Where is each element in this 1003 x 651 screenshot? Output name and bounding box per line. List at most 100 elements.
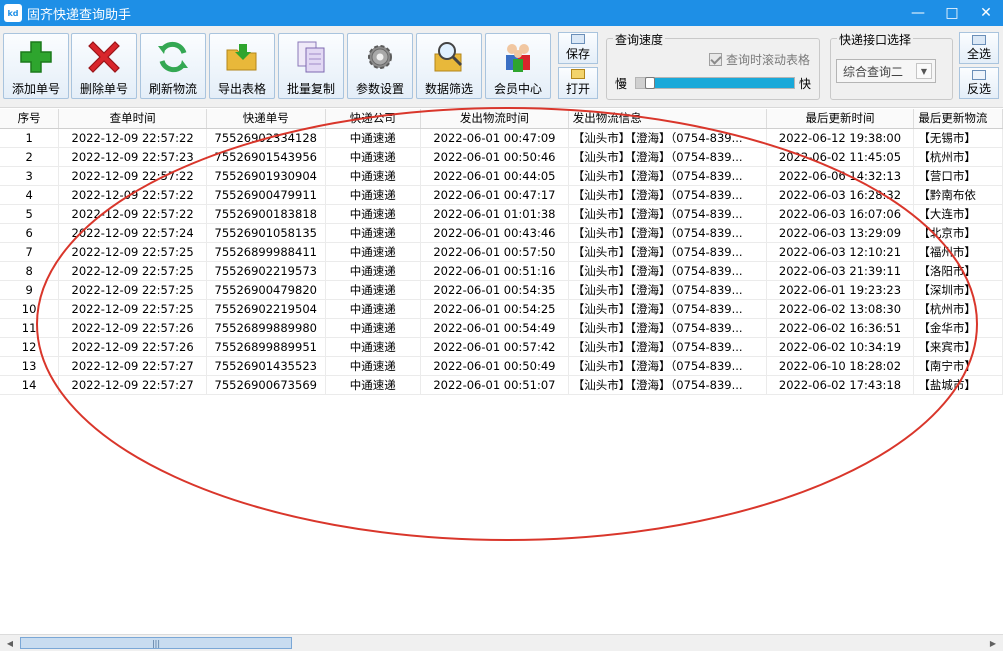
refresh-logistics-button[interactable]: 刷新物流: [140, 33, 206, 99]
header-last-update-time[interactable]: 最后更新时间: [766, 109, 915, 129]
cell-courier: 中通速递: [325, 280, 422, 300]
cell-last-update-info: 【黔南布依: [913, 185, 1003, 205]
cell-last-update-time: 2022-06-12 19:38:00: [766, 128, 915, 148]
data-filter-button[interactable]: 数据筛选: [416, 33, 482, 99]
table-row[interactable]: 4 2022-12-09 22:57:22 75526900479911 中通速递 20…: [0, 185, 1003, 205]
export-table-button[interactable]: 导出表格: [209, 33, 275, 99]
close-icon[interactable]: ✕: [969, 0, 1003, 26]
speed-slider[interactable]: [635, 77, 795, 89]
batch-copy-button[interactable]: 批量复制: [278, 33, 344, 99]
select-all-button[interactable]: 全选: [959, 32, 999, 64]
cell-courier: 中通速递: [325, 242, 422, 262]
scroll-left-icon[interactable]: ◀: [2, 635, 18, 651]
cell-ship-info: 【汕头市】【澄海】（0754-839...: [568, 280, 767, 300]
table-row[interactable]: 8 2022-12-09 22:57:25 75526902219573 中通速递 20…: [0, 261, 1003, 281]
cell-last-update-time: 2022-06-02 11:45:05: [766, 147, 915, 167]
table-row[interactable]: 10 2022-12-09 22:57:25 75526902219504 中通速递 2…: [0, 299, 1003, 319]
table-row[interactable]: 1 2022-12-09 22:57:22 75526902334128 中通速递 20…: [0, 128, 1003, 148]
chevron-down-icon[interactable]: ▼: [916, 63, 932, 79]
cell-last-update-info: 【盐城市】: [913, 375, 1003, 395]
slider-thumb[interactable]: [645, 77, 655, 89]
scroll-table-checkbox[interactable]: 查询时滚动表格: [709, 51, 810, 68]
app-logo-icon: kd: [4, 4, 22, 22]
minimize-icon[interactable]: —: [901, 0, 935, 26]
table-row[interactable]: 12 2022-12-09 22:57:26 75526899889951 中通速递 2…: [0, 337, 1003, 357]
cell-courier: 中通速递: [325, 356, 422, 376]
cell-last-update-time: 2022-06-03 12:10:21: [766, 242, 915, 262]
cell-last-update-time: 2022-06-02 13:08:30: [766, 299, 915, 319]
table-row[interactable]: 2 2022-12-09 22:57:23 75526901543956 中通速递 20…: [0, 147, 1003, 167]
cell-tracking-number: 75526902334128: [206, 128, 326, 148]
add-tracking-button[interactable]: 添加单号: [3, 33, 69, 99]
title-bar: kd 固齐快递查询助手 — □ ✕: [0, 0, 1003, 26]
cell-last-update-time: 2022-06-10 18:28:02: [766, 356, 915, 376]
cell-tracking-number: 75526901930904: [206, 166, 326, 186]
interface-select-group: 快递接口选择 综合查询二 ▼: [830, 31, 953, 100]
cell-last-update-time: 2022-06-06 14:32:13: [766, 166, 915, 186]
table-row[interactable]: 14 2022-12-09 22:57:27 75526900673569 中通速递 2…: [0, 375, 1003, 395]
cell-courier: 中通速递: [325, 375, 422, 395]
table-row[interactable]: 6 2022-12-09 22:57:24 75526901058135 中通速递 20…: [0, 223, 1003, 243]
cell-ship-time: 2022-06-01 00:54:25: [420, 299, 569, 319]
cell-ship-time: 2022-06-01 00:43:46: [420, 223, 569, 243]
header-query-time[interactable]: 查单时间: [58, 109, 207, 129]
cell-tracking-number: 75526899889951: [206, 337, 326, 357]
cell-index: 3: [0, 166, 60, 186]
select-all-icon: [972, 34, 986, 45]
cell-last-update-time: 2022-06-02 10:34:19: [766, 337, 915, 357]
table-row[interactable]: 5 2022-12-09 22:57:22 75526900183818 中通速递 20…: [0, 204, 1003, 224]
cell-last-update-info: 【北京市】: [913, 223, 1003, 243]
cell-ship-info: 【汕头市】【澄海】（0754-839...: [568, 223, 767, 243]
header-ship-info[interactable]: 发出物流信息: [568, 109, 767, 129]
cell-ship-info: 【汕头市】【澄海】（0754-839...: [568, 318, 767, 338]
cell-index: 5: [0, 204, 60, 224]
cell-last-update-info: 【杭州市】: [913, 299, 1003, 319]
cell-last-update-info: 【大连市】: [913, 204, 1003, 224]
cell-query-time: 2022-12-09 22:57:26: [58, 318, 207, 338]
cell-ship-info: 【汕头市】【澄海】（0754-839...: [568, 128, 767, 148]
delete-tracking-button[interactable]: 删除单号: [71, 33, 137, 99]
cell-index: 1: [0, 128, 60, 148]
tracking-table[interactable]: 序号 查单时间 快递单号 快递公司 发出物流时间 发出物流信息 最后更新时间 最…: [0, 109, 1003, 634]
cell-ship-info: 【汕头市】【澄海】（0754-839...: [568, 375, 767, 395]
horizontal-scrollbar[interactable]: ◀ ||| ▶: [0, 634, 1003, 651]
scrollbar-thumb[interactable]: |||: [20, 637, 292, 649]
open-button[interactable]: 打开: [558, 67, 598, 99]
header-last-update-info[interactable]: 最后更新物流: [913, 109, 1003, 129]
save-button[interactable]: 保存: [558, 32, 598, 64]
cell-ship-time: 2022-06-01 00:44:05: [420, 166, 569, 186]
cell-ship-time: 2022-06-01 00:57:42: [420, 337, 569, 357]
header-tracking-number[interactable]: 快递单号: [206, 109, 326, 129]
cell-last-update-info: 【来宾市】: [913, 337, 1003, 357]
cell-ship-info: 【汕头市】【澄海】（0754-839...: [568, 299, 767, 319]
cell-tracking-number: 75526902219504: [206, 299, 326, 319]
cell-index: 4: [0, 185, 60, 205]
member-center-button[interactable]: 会员中心: [485, 33, 551, 99]
search-filter-icon: [432, 38, 466, 76]
cell-query-time: 2022-12-09 22:57:25: [58, 242, 207, 262]
cell-ship-info: 【汕头市】【澄海】（0754-839...: [568, 356, 767, 376]
cell-index: 7: [0, 242, 60, 262]
table-row[interactable]: 3 2022-12-09 22:57:22 75526901930904 中通速递 20…: [0, 166, 1003, 186]
header-ship-time[interactable]: 发出物流时间: [420, 109, 569, 129]
table-row[interactable]: 9 2022-12-09 22:57:25 75526900479820 中通速递 20…: [0, 280, 1003, 300]
interface-select[interactable]: 综合查询二 ▼: [836, 59, 936, 83]
settings-button[interactable]: 参数设置: [347, 33, 413, 99]
table-row[interactable]: 11 2022-12-09 22:57:26 75526899889980 中通速递 2…: [0, 318, 1003, 338]
cell-index: 2: [0, 147, 60, 167]
invert-selection-button[interactable]: 反选: [959, 67, 999, 99]
window-title: 固齐快递查询助手: [27, 7, 132, 23]
table-row[interactable]: 13 2022-12-09 22:57:27 75526901435523 中通速递 2…: [0, 356, 1003, 376]
cell-query-time: 2022-12-09 22:57:22: [58, 204, 207, 224]
cell-courier: 中通速递: [325, 147, 422, 167]
cell-courier: 中通速递: [325, 185, 422, 205]
cell-index: 14: [0, 375, 60, 395]
maximize-icon[interactable]: □: [935, 0, 969, 26]
scroll-right-icon[interactable]: ▶: [985, 635, 1001, 651]
cell-tracking-number: 75526900673569: [206, 375, 326, 395]
table-row[interactable]: 7 2022-12-09 22:57:25 75526899988411 中通速递 20…: [0, 242, 1003, 262]
header-index[interactable]: 序号: [0, 109, 60, 129]
cell-last-update-time: 2022-06-03 16:07:06: [766, 204, 915, 224]
slider-fill: [655, 78, 794, 88]
header-courier[interactable]: 快递公司: [325, 109, 422, 129]
